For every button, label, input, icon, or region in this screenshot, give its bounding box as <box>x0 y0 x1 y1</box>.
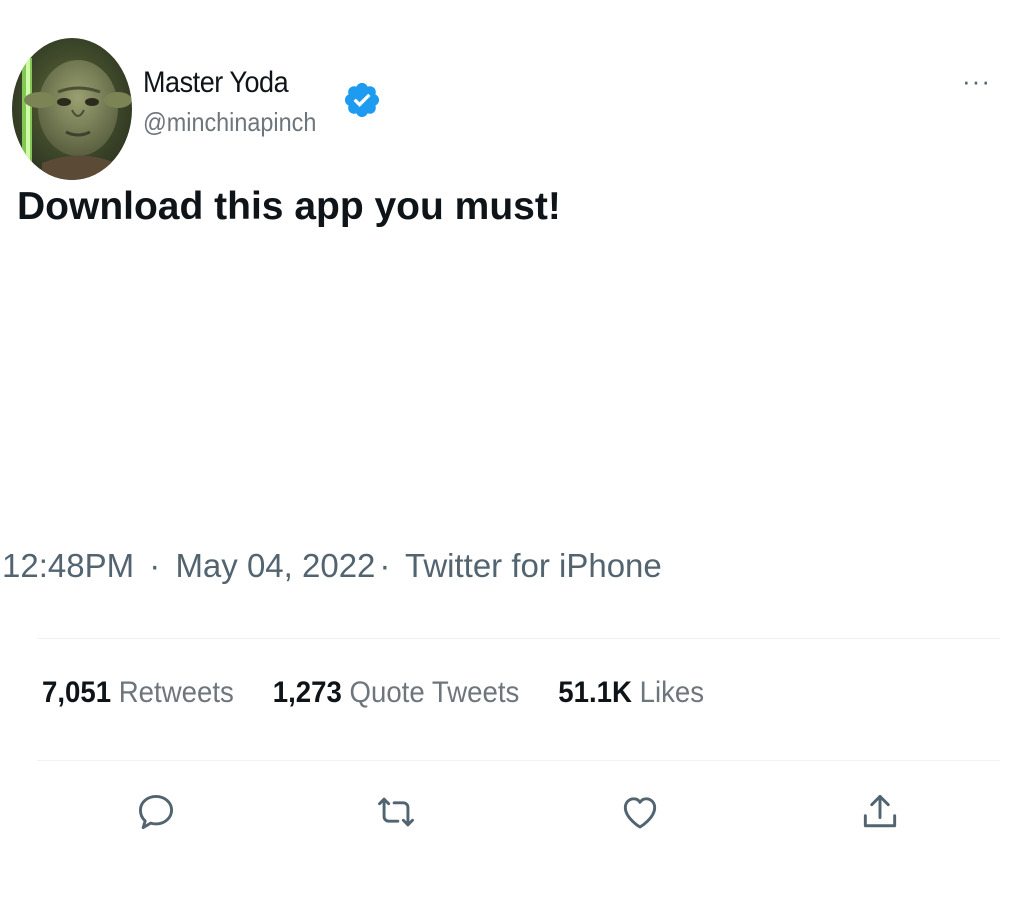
meta-separator: · <box>379 547 391 584</box>
tweet-date[interactable]: May 04, 2022 <box>175 547 375 584</box>
verified-badge-icon <box>344 82 380 118</box>
quote-tweets-count: 1,273 <box>272 676 342 709</box>
meta-separator: · <box>149 547 161 584</box>
reply-button[interactable] <box>134 790 178 834</box>
retweet-button[interactable] <box>374 790 418 834</box>
quote-tweets-stat[interactable]: 1,273 Quote Tweets <box>273 676 520 710</box>
retweet-icon <box>378 797 414 827</box>
like-button[interactable] <box>618 790 662 834</box>
tweet-time[interactable]: 12:48PM <box>2 547 134 584</box>
author-handle[interactable]: @minchinapinch <box>143 107 316 138</box>
tweet-card: Master Yoda @minchinapinch ··· Download … <box>0 0 1033 900</box>
retweets-stat[interactable]: 7,051 Retweets <box>42 676 234 710</box>
likes-stat[interactable]: 51.1K Likes <box>558 676 704 710</box>
avatar-image <box>12 38 132 180</box>
likes-label: Likes <box>639 676 705 709</box>
share-button[interactable] <box>858 790 902 834</box>
more-options-icon[interactable]: ··· <box>962 68 991 94</box>
author-name[interactable]: Master Yoda <box>143 66 289 100</box>
quote-tweets-label: Quote Tweets <box>349 676 520 709</box>
retweets-label: Retweets <box>118 676 234 709</box>
avatar[interactable] <box>12 38 132 180</box>
tweet-text: Download this app you must! <box>17 185 561 228</box>
reply-icon <box>138 794 174 830</box>
share-icon <box>863 794 897 828</box>
retweets-count: 7,051 <box>42 676 112 709</box>
divider <box>37 760 1000 761</box>
engagement-stats: 7,051 Retweets 1,273 Quote Tweets 51.1K … <box>42 676 735 710</box>
likes-count: 51.1K <box>558 676 632 709</box>
tweet-source[interactable]: Twitter for iPhone <box>405 547 662 584</box>
like-icon <box>623 797 657 829</box>
tweet-meta: 12:48PM · May 04, 2022 · Twitter for iPho… <box>2 547 662 585</box>
divider <box>37 638 1000 639</box>
